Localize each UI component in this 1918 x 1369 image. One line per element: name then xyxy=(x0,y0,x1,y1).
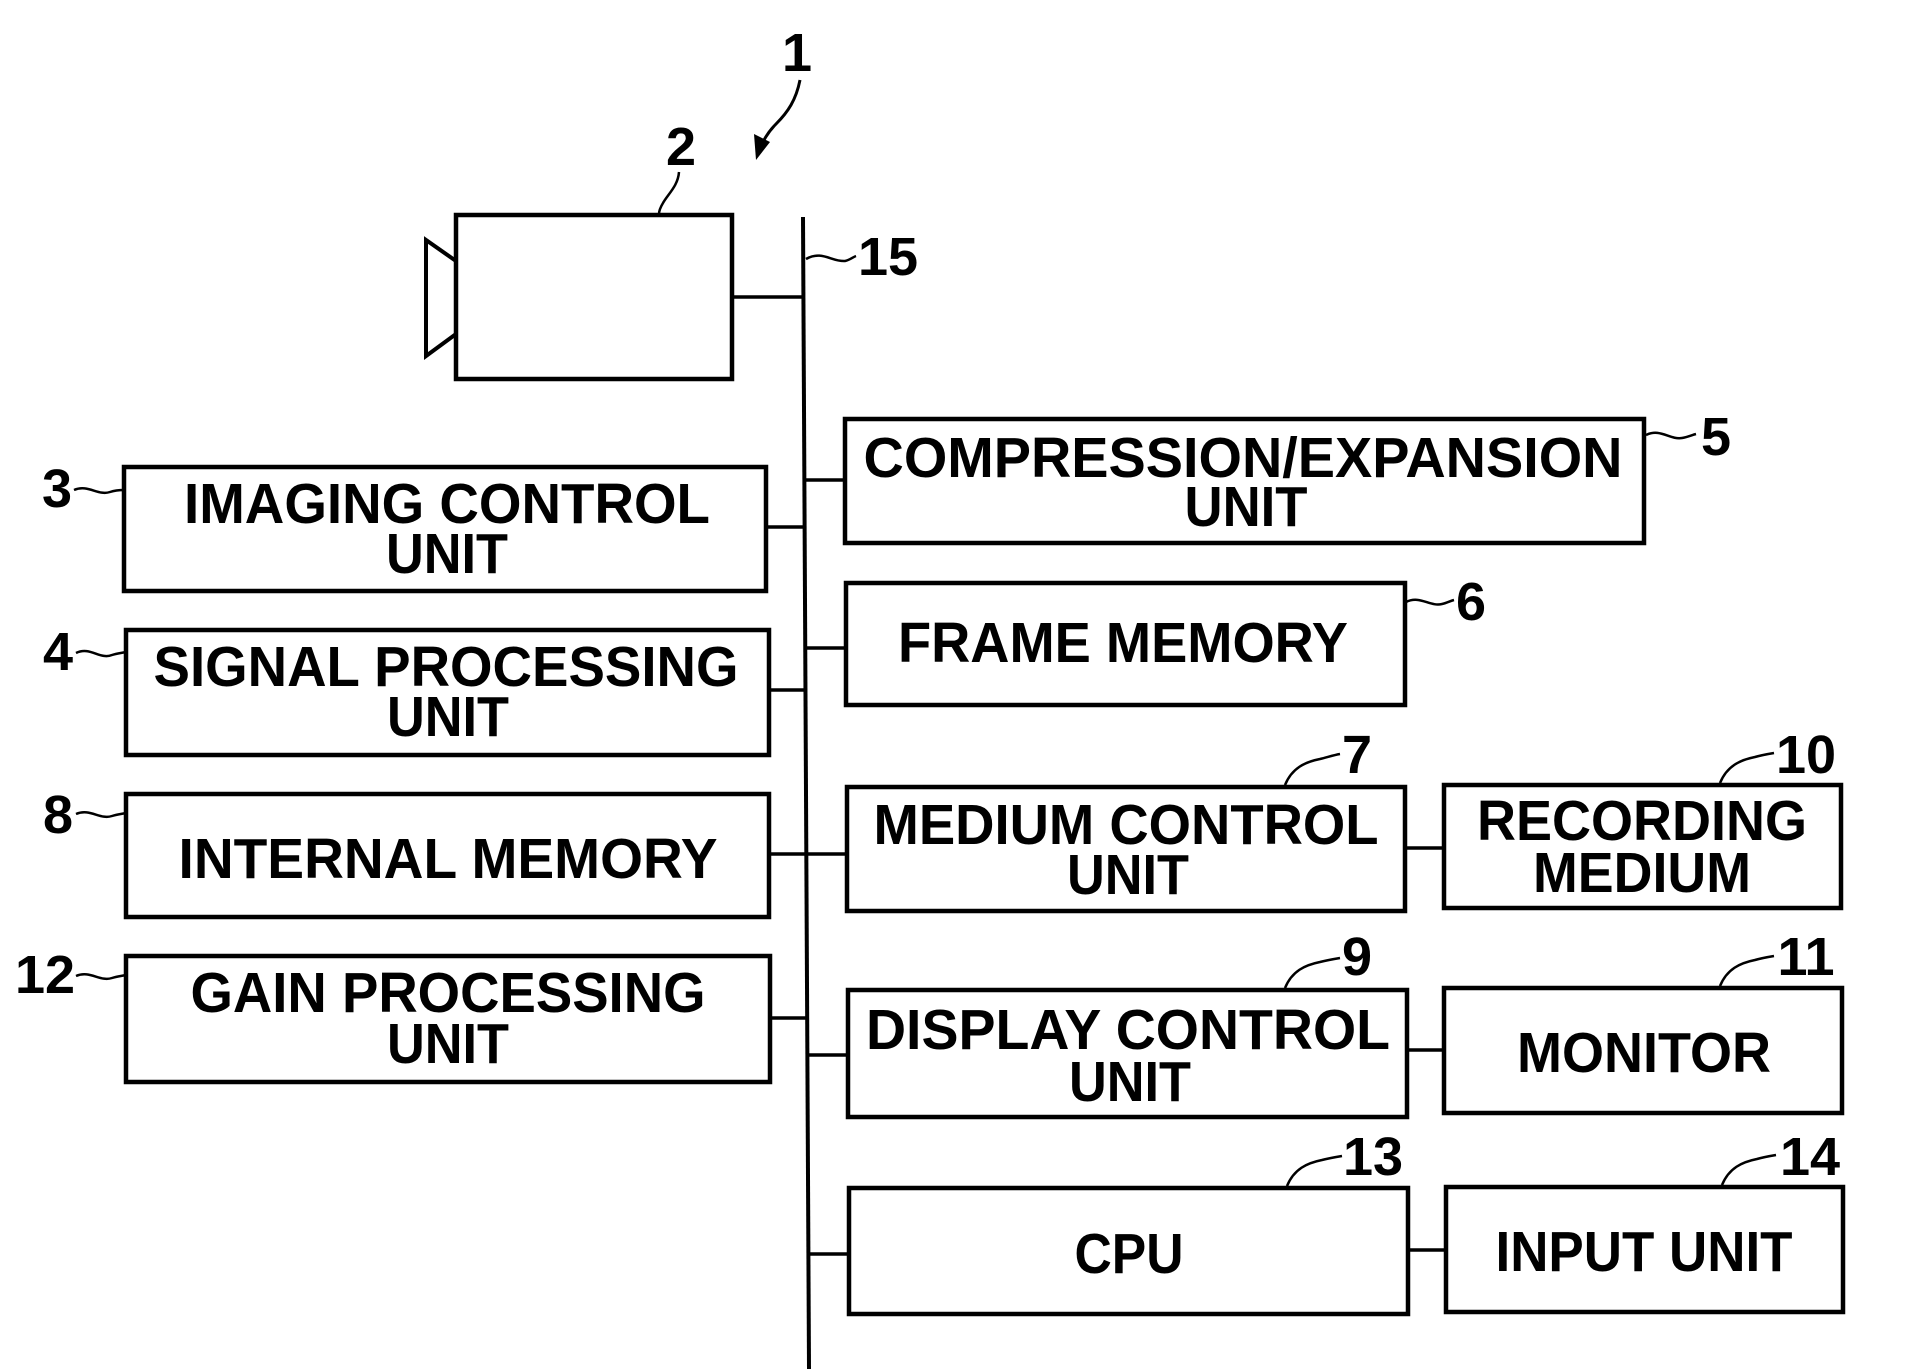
ref-label-11: 11 xyxy=(1777,927,1834,987)
signal-processing-line-2: UNIT xyxy=(387,685,509,749)
gain-processing-leader xyxy=(75,973,127,981)
ref-label-1: 1 xyxy=(782,23,812,83)
cpu-unit: CPU 13 xyxy=(809,1127,1446,1317)
bus-line xyxy=(801,216,811,1369)
recording-medium-line-2: MEDIUM xyxy=(1533,841,1751,905)
ref-label-14: 14 xyxy=(1780,1127,1840,1187)
compression-expansion-unit: COMPRESSION/EXPANSION UNIT 5 xyxy=(805,407,1731,546)
ref-label-5: 5 xyxy=(1701,407,1731,467)
compression-expansion-line-2: UNIT xyxy=(1185,475,1308,539)
camera-lens-icon xyxy=(424,236,458,360)
camera-leader xyxy=(657,171,681,215)
ref-label-4: 4 xyxy=(43,622,73,682)
input-unit: INPUT UNIT 14 xyxy=(1443,1127,1846,1315)
ref-label-2: 2 xyxy=(666,117,696,177)
display-control-unit: DISPLAY CONTROL UNIT 9 xyxy=(808,927,1444,1120)
monitor-unit: MONITOR 11 xyxy=(1441,927,1845,1116)
frame-memory-leader xyxy=(1405,598,1455,606)
frame-memory-unit: FRAME MEMORY 6 xyxy=(806,572,1486,708)
ref-label-6: 6 xyxy=(1456,572,1486,632)
ref-label-10: 10 xyxy=(1776,725,1836,785)
camera-body xyxy=(453,212,735,382)
gain-processing-unit: GAIN PROCESSING UNIT 12 xyxy=(15,945,807,1085)
system-arrow-icon xyxy=(758,79,802,151)
system-reference: 1 xyxy=(754,23,812,160)
ref-label-13: 13 xyxy=(1343,1127,1403,1187)
ref-label-12: 12 xyxy=(15,945,75,1005)
internal-memory-leader xyxy=(75,811,127,819)
input-unit-line-1: INPUT UNIT xyxy=(1496,1220,1793,1284)
medium-control-leader xyxy=(1283,752,1341,786)
bus-leader xyxy=(805,254,857,263)
medium-control-unit: MEDIUM CONTROL UNIT 7 xyxy=(807,725,1444,914)
camera-block: 2 xyxy=(424,117,804,382)
ref-label-3: 3 xyxy=(42,459,72,519)
compression-expansion-leader xyxy=(1645,431,1697,440)
internal-memory-line-1: INTERNAL MEMORY xyxy=(179,827,718,891)
block-diagram: 1 15 2 IMAGING CONTROL UNIT 3 SIGNAL PRO… xyxy=(15,23,1846,1369)
imaging-control-unit: IMAGING CONTROL UNIT 3 xyxy=(42,459,805,594)
signal-processing-leader xyxy=(75,649,127,658)
monitor-line-1: MONITOR xyxy=(1517,1021,1771,1085)
monitor-leader xyxy=(1718,954,1775,987)
display-control-leader xyxy=(1283,956,1341,989)
gain-processing-line-2: UNIT xyxy=(387,1012,509,1076)
arrowhead-icon xyxy=(754,134,770,160)
ref-label-15: 15 xyxy=(858,227,918,287)
imaging-control-line-2: UNIT xyxy=(386,522,508,586)
imaging-control-leader xyxy=(73,487,125,495)
input-unit-leader xyxy=(1720,1153,1777,1186)
medium-control-line-2: UNIT xyxy=(1067,843,1189,907)
display-control-line-2: UNIT xyxy=(1069,1050,1191,1114)
signal-processing-unit: SIGNAL PROCESSING UNIT 4 xyxy=(43,622,806,758)
recording-medium-leader xyxy=(1718,751,1775,784)
cpu-line-1: CPU xyxy=(1075,1222,1184,1286)
ref-label-8: 8 xyxy=(43,785,73,845)
cpu-leader xyxy=(1285,1154,1343,1187)
ref-label-9: 9 xyxy=(1342,927,1372,987)
internal-memory-unit: INTERNAL MEMORY 8 xyxy=(43,785,807,920)
frame-memory-line-1: FRAME MEMORY xyxy=(898,611,1348,675)
ref-label-7: 7 xyxy=(1342,725,1372,785)
recording-medium-unit: RECORDING MEDIUM 10 xyxy=(1441,725,1844,911)
